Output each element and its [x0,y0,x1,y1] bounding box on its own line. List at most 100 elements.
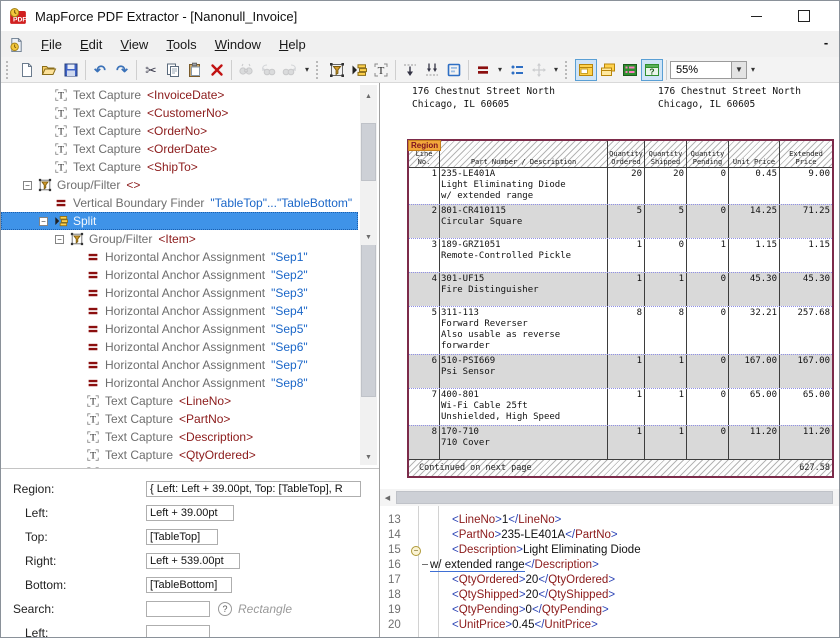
tree-item-horizontal-anchor-assignment[interactable]: Horizontal Anchor Assignment"Sep6" [1,338,358,356]
menu-window[interactable]: Window [206,34,270,55]
tree-item-vertical-boundary-finder[interactable]: Vertical Boundary Finder "TableTop"..."Ta… [1,194,358,212]
cell-qty-pending: 0 [687,307,729,354]
tree-item-text-capture[interactable]: TText Capture<InvoiceDate> [1,86,358,104]
pdf-horizontal-scrollbar[interactable]: ◀ [380,489,839,506]
tree-expander-icon[interactable]: − [39,217,48,226]
delete-button[interactable] [206,59,228,81]
tree-item-text-capture[interactable]: TText Capture<OrderNo> [1,122,358,140]
tree-item-value: "TableTop"..."TableBottom" [210,196,352,210]
tag-name: UnitPrice [544,619,591,631]
zoom-level-combobox[interactable]: 55% [670,61,732,79]
pdf-preview[interactable]: 176 Chestnut Street North Chicago, IL 60… [380,83,839,489]
anchor-dropdown-icon[interactable]: ▾ [494,59,506,81]
find-button [235,59,257,81]
tree-item-label: Text Capture [105,448,173,462]
help-icon[interactable]: ? [218,602,232,616]
scroll-down-icon[interactable]: ▼ [360,450,377,465]
menu-help[interactable]: Help [270,34,315,55]
tree-item-horizontal-anchor-assignment[interactable]: Horizontal Anchor Assignment"Sep2" [1,266,358,284]
tree-expander-icon[interactable]: − [55,235,64,244]
tree-item-text-capture[interactable]: TText Capture<OrderDate> [1,140,358,158]
define-region-button[interactable] [443,59,465,81]
tree-item-text-capture[interactable]: TText Capture<PartNo> [1,410,358,428]
maximize-button[interactable] [787,3,821,29]
tree-item-group-filter[interactable]: −Group/Filter<Item> [1,230,358,248]
tree-item-group-filter[interactable]: −Group/Filter<> [1,176,358,194]
svg-text:T: T [90,469,96,470]
property-field-top[interactable]: [TableTop] [146,529,218,545]
paste-button[interactable] [184,59,206,81]
toggle-cascade-view-button[interactable] [597,59,619,81]
vertical-boundary-finder-button[interactable] [399,59,421,81]
horizontal-anchor-button[interactable] [472,59,494,81]
zoom-dropdown-icon[interactable]: ▼ [732,61,747,79]
xml-text-view[interactable]: 13<LineNo>1</LineNo>14<PartNo>235-LE401A… [380,506,839,637]
copy-button[interactable] [162,59,184,81]
scroll-left-icon[interactable]: ◀ [380,489,395,506]
tree-item-horizontal-anchor-assignment[interactable]: Horizontal Anchor Assignment"Sep1" [1,248,358,266]
save-file-button[interactable] [60,59,82,81]
property-field-search[interactable] [146,601,210,617]
tree-item-horizontal-anchor-assignment[interactable]: Horizontal Anchor Assignment"Sep8" [1,374,358,392]
cut-button[interactable]: ✂ [140,59,162,81]
tag-bracket: < [452,514,459,526]
anchor-icon [85,250,100,265]
tag-bracket: </ [565,529,575,541]
boundary-finders-button[interactable] [421,59,443,81]
property-field-bottom[interactable]: [TableBottom] [146,577,232,593]
scroll-down-icon[interactable]: ▼ [360,230,377,245]
tree-item-horizontal-anchor-assignment[interactable]: Horizontal Anchor Assignment"Sep4" [1,302,358,320]
property-field-region[interactable]: { Left: Left + 39.00pt, Top: [TableTop],… [146,481,361,497]
add-split-button[interactable] [348,59,370,81]
properties-scrollbar[interactable]: ▲ ▼ [360,89,377,245]
code-text: <PartNo>235-LE401A</PartNo> [380,528,839,543]
add-text-capture-button[interactable]: T [370,59,392,81]
toggle-preview-pane-button[interactable]: ? [641,59,663,81]
tree-item-text-capture[interactable]: TText Capture<QtyShipped> [1,464,358,469]
scrollbar-thumb[interactable] [361,123,376,181]
tree-item-text-capture[interactable]: TText Capture<QtyOrdered> [1,446,358,464]
tree-item-horizontal-anchor-assignment[interactable]: Horizontal Anchor Assignment"Sep5" [1,320,358,338]
undo-button[interactable]: ↶ [89,59,111,81]
tree-item-value: <OrderNo> [147,124,207,138]
property-field-right[interactable]: Left + 539.00pt [146,553,240,569]
menu-edit[interactable]: Edit [71,34,111,55]
anchor-assignments-button[interactable] [506,59,528,81]
tree-item-split[interactable]: −Split [1,212,358,230]
tag-bracket: > [608,589,615,601]
tree-item-text-capture[interactable]: TText Capture<Description> [1,428,358,446]
menu-view[interactable]: View [111,34,157,55]
tree-item-horizontal-anchor-assignment[interactable]: Horizontal Anchor Assignment"Sep7" [1,356,358,374]
toggle-design-view-button[interactable] [575,59,597,81]
tree-item-label: Vertical Boundary Finder [73,196,204,210]
move-dropdown-icon[interactable]: ▾ [550,59,562,81]
tree-item-text-capture[interactable]: TText Capture<CustomerNo> [1,104,358,122]
table-header-cell: Quantity Ordered [608,141,645,167]
address-block: 176 Chestnut Street North Chicago, IL 60… [658,85,801,111]
add-group-filter-button[interactable] [326,59,348,81]
menu-file[interactable]: File [32,34,71,55]
toggle-list-view-button[interactable] [619,59,641,81]
property-field-left[interactable] [146,625,210,638]
tree-item-horizontal-anchor-assignment[interactable]: Horizontal Anchor Assignment"Sep3" [1,284,358,302]
tree-item-text-capture[interactable]: TText Capture<ShipTo> [1,158,358,176]
tree-item-text-capture[interactable]: TText Capture<LineNo> [1,392,358,410]
cell-qty-ordered: 1 [608,426,645,459]
redo-button[interactable]: ↷ [111,59,133,81]
mdi-minimize-button[interactable]: - [819,35,833,50]
invoice-table-region[interactable]: Region Line No.Part Number / Description… [407,139,834,478]
open-file-button[interactable] [38,59,60,81]
new-file-button[interactable] [16,59,38,81]
find-options-dropdown-icon[interactable]: ▾ [301,59,313,81]
scrollbar-thumb[interactable] [396,491,833,504]
tag-bracket: < [452,619,459,631]
svg-text:T: T [90,451,96,462]
scroll-up-icon[interactable]: ▲ [360,89,377,104]
menu-tools[interactable]: Tools [157,34,205,55]
zoom-options-dropdown-icon[interactable]: ▾ [747,59,759,81]
tag-bracket: > [519,574,526,586]
property-label: Search: [13,602,146,616]
minimize-button[interactable] [739,3,773,29]
tree-expander-icon[interactable]: − [23,181,32,190]
property-field-left[interactable]: Left + 39.00pt [146,505,234,521]
